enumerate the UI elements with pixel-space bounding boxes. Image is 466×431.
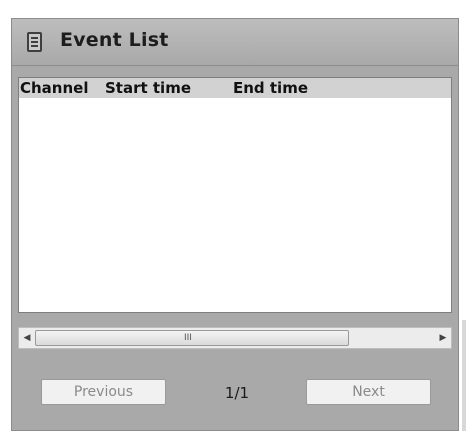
panel-title-bar: Event List <box>12 19 458 66</box>
previous-button[interactable]: Previous <box>41 379 166 405</box>
event-list-panel: Event List Channel Start time End time ◀… <box>11 18 459 431</box>
column-header-channel[interactable]: Channel <box>20 79 88 97</box>
scrollbar-grip-icon: III <box>184 333 192 343</box>
next-button[interactable]: Next <box>306 379 431 405</box>
scroll-right-arrow-icon[interactable]: ▶ <box>437 332 449 344</box>
window-edge <box>462 320 466 431</box>
column-header-end-time[interactable]: End time <box>233 79 308 97</box>
column-header-start-time[interactable]: Start time <box>105 79 191 97</box>
event-list-table[interactable]: Channel Start time End time <box>18 77 452 313</box>
table-header: Channel Start time End time <box>19 78 451 98</box>
page-indicator: 1/1 <box>224 384 250 402</box>
scroll-left-arrow-icon[interactable]: ◀ <box>21 332 33 344</box>
panel-title: Event List <box>60 29 169 51</box>
horizontal-scrollbar[interactable]: ◀ III ▶ <box>18 327 452 349</box>
list-icon <box>27 32 42 52</box>
scrollbar-thumb[interactable]: III <box>35 330 349 346</box>
